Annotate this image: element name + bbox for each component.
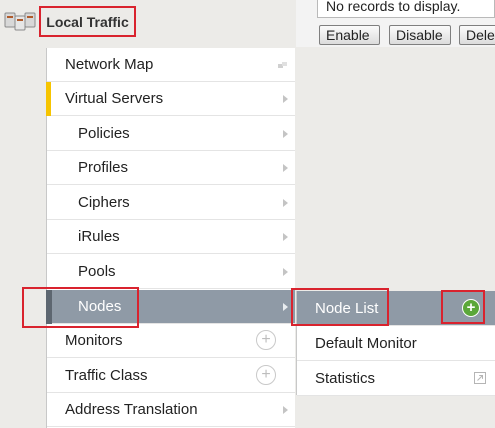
plus-circle-icon[interactable]: + (256, 330, 276, 350)
chevron-right-icon (283, 233, 288, 241)
plus-circle-icon[interactable]: + (256, 365, 276, 385)
menu-item-network-map[interactable]: Network Map (47, 48, 295, 82)
menu-item-label: Address Translation (65, 401, 198, 418)
no-records-message: No records to display. (317, 0, 495, 18)
local-traffic-title[interactable]: Local Traffic (39, 6, 136, 37)
menu-item-label: Policies (78, 125, 130, 142)
chevron-right-icon (283, 95, 288, 103)
menu-item-address-translation[interactable]: Address Translation (47, 393, 295, 427)
add-green-icon[interactable]: + (462, 299, 480, 317)
menu-item-label: Nodes (78, 298, 122, 315)
local-traffic-menu: Network Map Virtual Servers Policies Pro… (46, 48, 295, 428)
submenu-item-label: Default Monitor (315, 335, 417, 352)
chevron-right-icon (283, 303, 288, 311)
submenu-item-default-monitor[interactable]: Default Monitor (297, 326, 495, 361)
menu-item-virtual-servers[interactable]: Virtual Servers (46, 82, 295, 116)
menu-item-nodes[interactable]: Nodes (47, 290, 295, 324)
disable-button[interactable]: Disable (389, 25, 451, 45)
menu-item-label: Traffic Class (65, 367, 148, 384)
chevron-right-icon (283, 199, 288, 207)
menu-item-traffic-class[interactable]: Traffic Class + (47, 359, 295, 393)
menu-item-monitors[interactable]: Monitors + (47, 324, 295, 358)
menu-item-policies[interactable]: Policies (47, 117, 295, 151)
network-icon (4, 12, 36, 31)
menu-item-label: Network Map (65, 56, 154, 73)
nodes-submenu: Node List + Default Monitor Statistics (296, 291, 495, 396)
menu-item-profiles[interactable]: Profiles (47, 151, 295, 185)
chevron-right-icon (283, 268, 288, 276)
chevron-right-icon (283, 130, 288, 138)
menu-item-label: Monitors (65, 332, 123, 349)
menu-item-pools[interactable]: Pools (47, 255, 295, 289)
active-indicator (46, 82, 51, 116)
menu-item-label: Ciphers (78, 194, 130, 211)
selected-edge (46, 290, 52, 324)
pin-icon (278, 62, 287, 68)
chevron-right-icon (283, 164, 288, 172)
enable-button[interactable]: Enable (319, 25, 380, 45)
chevron-right-icon (283, 406, 288, 414)
menu-item-label: Pools (78, 263, 116, 280)
menu-item-label: iRules (78, 228, 120, 245)
menu-item-label: Profiles (78, 159, 129, 176)
menu-item-irules[interactable]: iRules (47, 220, 295, 254)
external-link-icon (474, 372, 486, 384)
submenu-item-label: Statistics (315, 370, 376, 387)
submenu-item-node-list[interactable]: Node List + (297, 291, 495, 326)
delete-button[interactable]: Dele (459, 25, 495, 45)
menu-item-label: Virtual Servers (65, 90, 164, 107)
submenu-item-label: Node List (315, 300, 379, 317)
submenu-item-statistics[interactable]: Statistics (297, 361, 495, 396)
menu-item-ciphers[interactable]: Ciphers (47, 186, 295, 220)
